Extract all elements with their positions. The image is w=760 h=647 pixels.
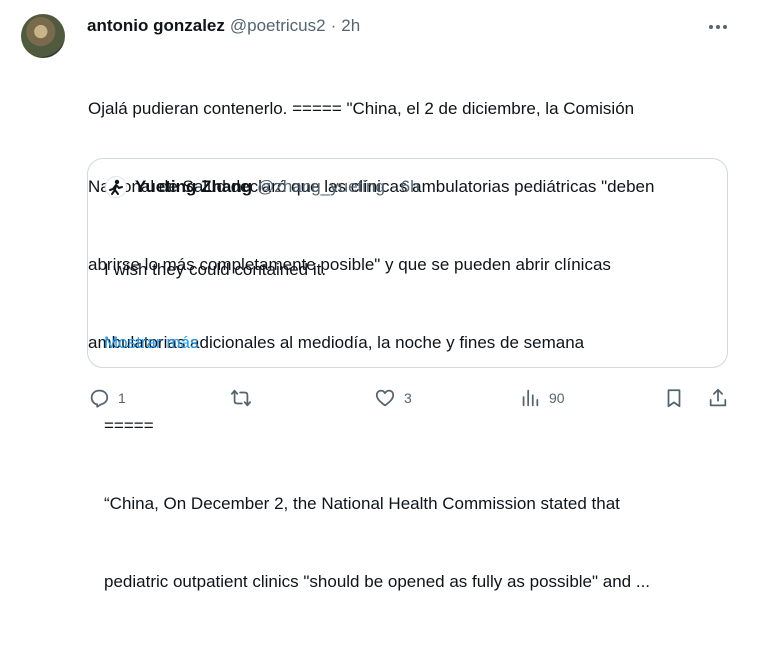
quoted-tweet[interactable]: Yueting Zhang @zhang_yueting · 6h I wish… (87, 158, 728, 591)
quoted-text-line: “China, On December 2, the National Heal… (104, 494, 620, 513)
quoted-separator-dot: · (389, 177, 396, 196)
bookmark-button[interactable] (663, 384, 685, 412)
quoted-avatar-figure-icon (109, 179, 123, 195)
views-count: 90 (549, 390, 565, 406)
quoted-text-line: I wish they could contained it. (104, 260, 327, 279)
quoted-avatar[interactable] (105, 176, 127, 198)
views-chart-icon (522, 389, 539, 407)
share-button[interactable] (707, 384, 729, 412)
quoted-tweet-header: Yueting Zhang @zhang_yueting · 6h (105, 175, 420, 199)
tweet[interactable]: antonio gonzalez @poetricus2 · 2h Ojalá … (0, 0, 760, 591)
quoted-display-name[interactable]: Yueting Zhang (135, 177, 252, 197)
reply-button[interactable]: 1 (88, 384, 126, 412)
bookmark-icon (667, 389, 681, 408)
retweet-button[interactable] (230, 384, 260, 412)
like-count: 3 (404, 390, 412, 406)
separator-dot: · (330, 16, 337, 35)
show-more-link[interactable]: Mostrar más (104, 333, 198, 353)
reply-count: 1 (118, 390, 126, 406)
tweet-header: antonio gonzalez @poetricus2 · 2h (87, 14, 360, 38)
quoted-timestamp[interactable]: 6h (401, 177, 420, 197)
tweet-text-line: Ojalá pudieran contenerlo. ===== "China,… (88, 99, 635, 118)
avatar[interactable] (21, 14, 65, 58)
quoted-text-line: ===== (104, 416, 154, 435)
display-name[interactable]: antonio gonzalez (87, 16, 225, 36)
like-button[interactable]: 3 (374, 384, 412, 412)
views-button[interactable]: 90 (519, 384, 565, 412)
quoted-text-line: pediatric outpatient clinics "should be … (104, 572, 651, 591)
more-horizontal-icon (709, 25, 727, 29)
share-icon (709, 388, 727, 407)
reply-icon (90, 389, 109, 408)
quoted-user-handle[interactable]: @zhang_yueting (257, 177, 385, 197)
more-options-button[interactable] (706, 18, 730, 36)
timestamp[interactable]: 2h (341, 16, 360, 36)
retweet-icon (230, 389, 252, 407)
action-bar: 1 3 90 (0, 384, 760, 412)
quoted-tweet-text: I wish they could contained it. ===== “C… (104, 205, 716, 647)
user-handle[interactable]: @poetricus2 (230, 16, 326, 36)
heart-icon (375, 389, 395, 407)
